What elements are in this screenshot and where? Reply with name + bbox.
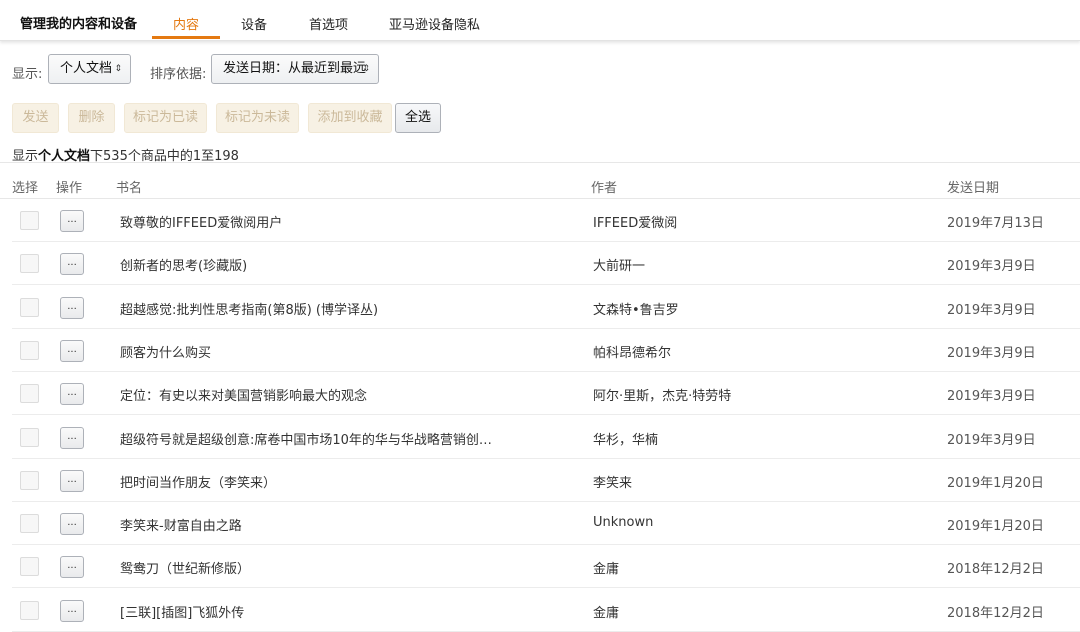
row-date: 2018年12月2日 [947,605,1044,621]
row-author: 金庸 [593,562,620,578]
row-actions-button[interactable]: ... [60,469,84,492]
page-title: 管理我的内容和设备 [20,17,138,32]
delete-button[interactable]: 删除 [68,103,115,133]
row-checkbox[interactable] [20,211,39,230]
row-date: 2019年3月9日 [947,259,1036,275]
top-header: 管理我的内容和设备 内容 设备 首选项 亚马逊设备隐私 [0,0,1080,41]
row-actions-button[interactable]: ... [60,296,84,319]
row-author: 金庸 [593,605,620,621]
show-select[interactable]: 个人文档 ⇕ [48,54,131,84]
row-checkbox[interactable] [20,470,39,490]
row-actions-button[interactable]: ... [60,599,84,622]
column-header-select: 选择 [12,181,39,196]
select-all-button[interactable]: 全选 [395,103,441,133]
row-author: IFFEED爱微阅 [593,216,678,231]
sort-select[interactable]: 发送日期：从最近到最远 ⇕ [211,54,379,84]
table-row: ... 超级符号就是超级创意:席卷中国市场10年的华与华战略营销创… 华杉，华楠 20… [0,416,1080,459]
row-checkbox[interactable] [20,514,39,534]
row-author: 文森特•鲁吉罗 [593,302,679,318]
select-arrows-icon: ⇕ [114,64,122,74]
table-row: ... 李笑来-财富自由之路 Unknown 2019年1月20日 [0,502,1080,546]
table-row: ... 把时间当作朋友（李笑来） 李笑来 2019年1月20日 [0,459,1080,502]
row-actions-button[interactable]: ... [60,426,84,449]
row-checkbox[interactable] [20,384,39,404]
row-title[interactable]: 超越感觉:批判性思考指南(第8版) (博学译丛) [120,299,378,318]
row-actions-button[interactable]: ... [60,253,84,276]
row-actions-button[interactable]: ... [60,210,84,232]
row-date: 2019年3月9日 [947,302,1036,318]
table-row: ... [三联][插图]飞狐外传 金庸 2018年12月2日 [0,589,1080,632]
row-actions-button[interactable]: ... [60,513,84,536]
row-title[interactable]: 定位：有史以来对美国营销影响最大的观念 [120,385,367,404]
tab-preferences[interactable]: 首选项 [309,14,348,33]
table-row: ... 定位：有史以来对美国营销影响最大的观念 阿尔·里斯，杰克·特劳特 2019年3… [0,372,1080,416]
row-date: 2018年12月2日 [947,562,1044,578]
table-row: ... 超越感觉:批判性思考指南(第8版) (博学译丛) 文森特•鲁吉罗 2019年3… [0,286,1080,329]
row-title[interactable]: [三联][插图]飞狐外传 [120,602,244,621]
column-header-date[interactable]: 发送日期 [947,177,999,196]
table-row: ... 顾客为什么购买 帕科昂德希尔 2019年3月9日 [0,329,1080,372]
row-author: Unknown [593,515,654,531]
row-checkbox[interactable] [20,557,39,577]
column-header-title[interactable]: 书名 [116,177,142,196]
show-select-value: 个人文档 [60,61,113,76]
row-checkbox[interactable] [20,600,39,620]
row-author: 帕科昂德希尔 [593,345,672,361]
select-arrows-icon: ⇕ [362,64,370,74]
row-title[interactable]: 顾客为什么购买 [120,342,211,361]
mark-read-button[interactable]: 标记为已读 [124,103,207,133]
row-checkbox[interactable] [20,427,39,447]
row-actions-button[interactable]: ... [60,339,84,362]
row-title[interactable]: 超级符号就是超级创意:席卷中国市场10年的华与华战略营销创… [120,429,492,448]
active-tab-indicator [152,36,220,39]
table-row: ... 鸳鸯刀（世纪新修版） 金庸 2018年12月2日 [0,545,1080,589]
row-date: 2019年7月13日 [947,216,1044,231]
row-actions-button[interactable]: ... [60,383,84,406]
row-title[interactable]: 致尊敬的IFFEED爱微阅用户 [120,212,282,231]
row-title[interactable]: 创新者的思考(珍藏版) [120,255,247,274]
row-title[interactable]: 李笑来-财富自由之路 [120,515,242,534]
show-label: 显示: [12,67,43,82]
row-author: 华杉，华楠 [593,432,659,448]
divider [0,162,1080,163]
column-header-action: 操作 [56,181,83,196]
row-date: 2019年3月9日 [947,345,1036,361]
row-date: 2019年3月9日 [947,389,1036,405]
add-to-collection-button[interactable]: 添加到收藏 [308,103,392,133]
row-title[interactable]: 鸳鸯刀（世纪新修版） [120,558,250,577]
send-button[interactable]: 发送 [12,103,59,133]
column-header-author[interactable]: 作者 [591,177,617,196]
row-checkbox[interactable] [20,254,39,274]
row-date: 2019年1月20日 [947,475,1044,491]
row-date: 2019年3月9日 [947,432,1036,448]
mark-unread-button[interactable]: 标记为未读 [216,103,299,133]
row-author: 阿尔·里斯，杰克·特劳特 [593,389,732,405]
row-actions-button[interactable]: ... [60,556,84,579]
tab-device-privacy[interactable]: 亚马逊设备隐私 [389,14,480,33]
tab-devices[interactable]: 设备 [241,14,267,33]
row-author: 李笑来 [593,475,633,491]
sort-label: 排序依据: [150,67,207,82]
table-row: ... 致尊敬的IFFEED爱微阅用户 IFFEED爱微阅 2019年7月13日 [0,199,1080,242]
table-row: ... 创新者的思考(珍藏版) 大前研一 2019年3月9日 [0,242,1080,286]
row-date: 2019年1月20日 [947,519,1044,535]
row-checkbox[interactable] [20,297,39,317]
row-title[interactable]: 把时间当作朋友（李笑来） [120,472,276,491]
sort-select-value: 发送日期：从最近到最远 [223,61,367,76]
tab-content[interactable]: 内容 [173,14,199,33]
row-checkbox[interactable] [20,340,39,360]
row-author: 大前研一 [593,259,646,275]
